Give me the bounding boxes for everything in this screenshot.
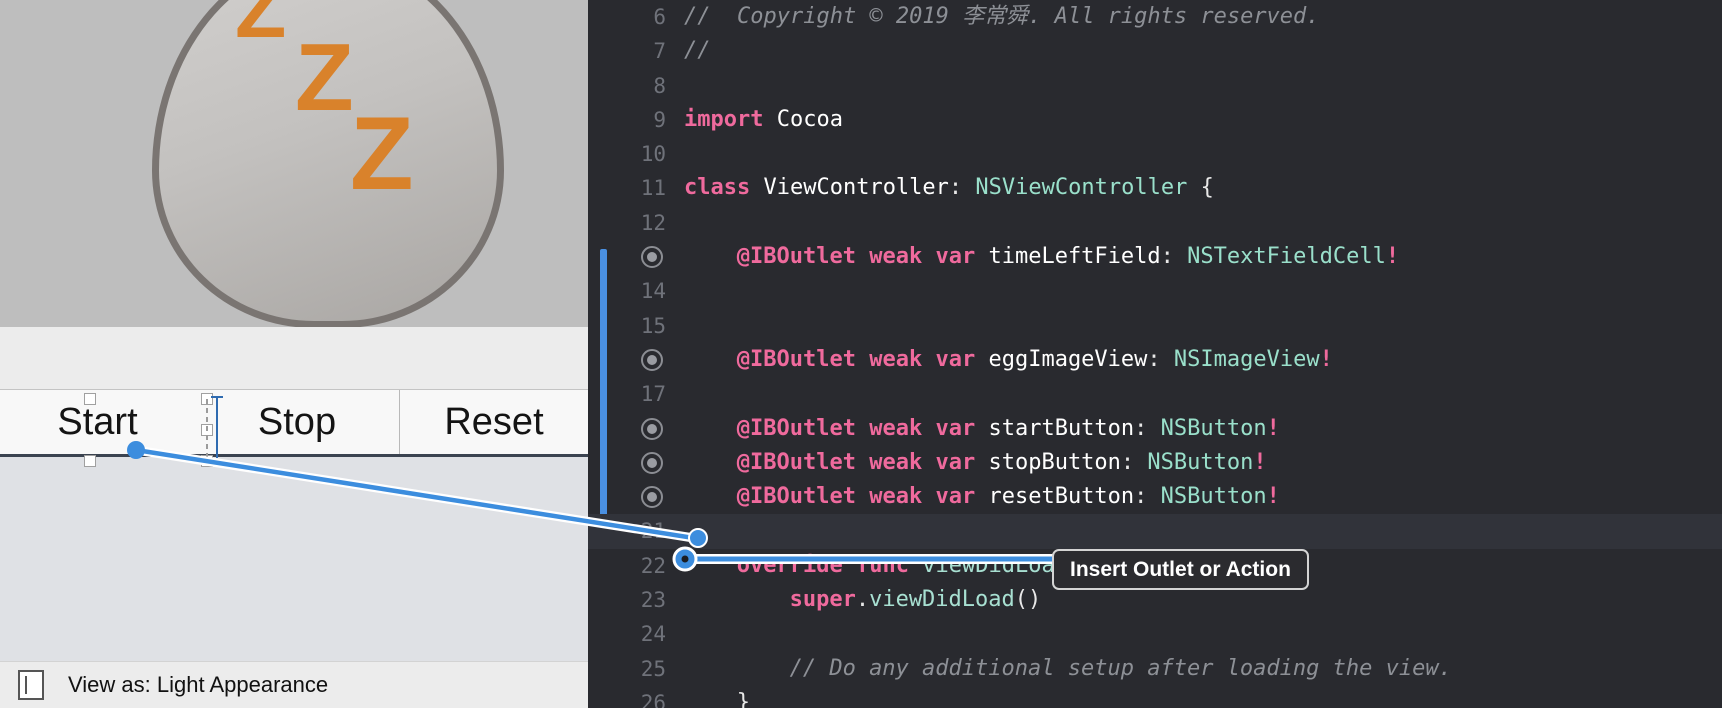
code-text: @IBOutlet weak var stopButton: NSButton! [736,449,1267,475]
sleep-z-icon-1: Z [235,0,287,55]
reset-button[interactable]: Reset [400,390,588,455]
interface-builder-canvas: Z Z Z Start Stop Reset View as: Light Ap… [0,0,588,708]
view-as-appearance-icon[interactable] [18,670,44,700]
code-line: @IBOutlet weak var timeLeftField: NSText… [588,240,1722,274]
selection-handle-top-left[interactable] [84,393,96,405]
line-number: 8 [653,73,666,98]
code-text: @IBOutlet weak var timeLeftField: NSText… [736,244,1400,270]
line-number: 24 [640,622,666,647]
line-number: 14 [640,279,666,304]
selection-handle-bottom-left[interactable] [84,455,96,467]
outlet-connection-marker-icon[interactable] [641,417,663,440]
source-code-editor[interactable]: 6 // Copyright © 2019 李常舜. All rights res… [588,0,1722,708]
code-line: 10 [588,137,1722,171]
code-line: 11 class ViewController: NSViewController… [588,171,1722,205]
code-line: 25 // Do any additional setup after loadi… [588,652,1722,686]
code-line: 9 import Cocoa [588,103,1722,137]
line-number: 17 [640,382,666,407]
outlet-connection-marker-icon[interactable] [641,246,663,269]
line-number: 22 [640,553,666,578]
canvas-spacer [0,327,588,389]
code-line: 15 [588,309,1722,343]
code-text: @IBOutlet weak var resetButton: NSButton… [736,484,1280,510]
outlet-connection-marker-icon[interactable] [641,452,663,474]
start-button[interactable]: Start [0,390,195,455]
stop-button[interactable]: Stop [195,390,400,455]
line-number: 7 [653,39,666,64]
line-number: 26 [640,690,666,708]
code-line: 21 [588,514,1722,549]
line-number: 23 [640,588,666,613]
code-line: @IBOutlet weak var startButton: NSButton… [588,412,1722,446]
code-text: // Do any additional setup after loading… [789,655,1452,681]
code-lines: 6 // Copyright © 2019 李常舜. All rights res… [588,0,1722,708]
constraint-guide-cap [211,396,223,398]
line-number: 25 [640,656,666,681]
outlet-connection-marker-icon[interactable] [641,486,663,509]
canvas-lower-area [0,457,588,677]
line-number: 6 [653,5,666,29]
code-text: } [736,689,751,708]
code-line: @IBOutlet weak var stopButton: NSButton! [588,446,1722,480]
line-number: 10 [640,142,666,167]
outlet-connection-marker-icon[interactable] [641,349,663,372]
code-text: // Copyright © 2019 李常舜. All rights rese… [684,4,1320,29]
sleep-z-icon-2: Z [295,24,354,131]
code-text: import Cocoa [684,106,843,132]
view-as-label[interactable]: View as: Light Appearance [68,672,328,698]
insert-outlet-or-action-tooltip: Insert Outlet or Action [1052,549,1309,590]
sleep-z-icon-3: Z [350,96,414,212]
code-line: 8 [588,69,1722,103]
code-text: @IBOutlet weak var startButton: NSButton… [736,415,1280,441]
code-line: 6 // Copyright © 2019 李常舜. All rights res… [588,0,1722,34]
xcode-assistant-editor: Z Z Z Start Stop Reset View as: Light Ap… [0,0,1722,708]
line-number: 9 [653,107,666,132]
code-line: 7 // [588,34,1722,68]
line-number: 11 [640,176,666,201]
code-line: 17 [588,377,1722,411]
code-line: 14 [588,274,1722,308]
canvas-bottom-bar: View as: Light Appearance [0,661,588,708]
code-line: 12 [588,206,1722,240]
constraint-spacing-indicator [206,399,208,463]
code-line: @IBOutlet weak var resetButton: NSButton… [588,480,1722,514]
line-number: 21 [640,519,666,544]
code-line: 24 [588,617,1722,651]
constraint-guide-line [216,396,218,458]
egg-image-view[interactable]: Z Z Z [0,0,588,327]
code-line: 26} [588,686,1722,708]
line-number: 12 [640,210,666,235]
line-number: 15 [640,313,666,338]
code-text: // [684,38,711,64]
code-text: class ViewController: NSViewController { [684,175,1214,201]
code-text: super.viewDidLoad() [789,587,1042,613]
code-text: @IBOutlet weak var eggImageView: NSImage… [736,346,1333,372]
code-line: @IBOutlet weak var eggImageView: NSImage… [588,343,1722,377]
